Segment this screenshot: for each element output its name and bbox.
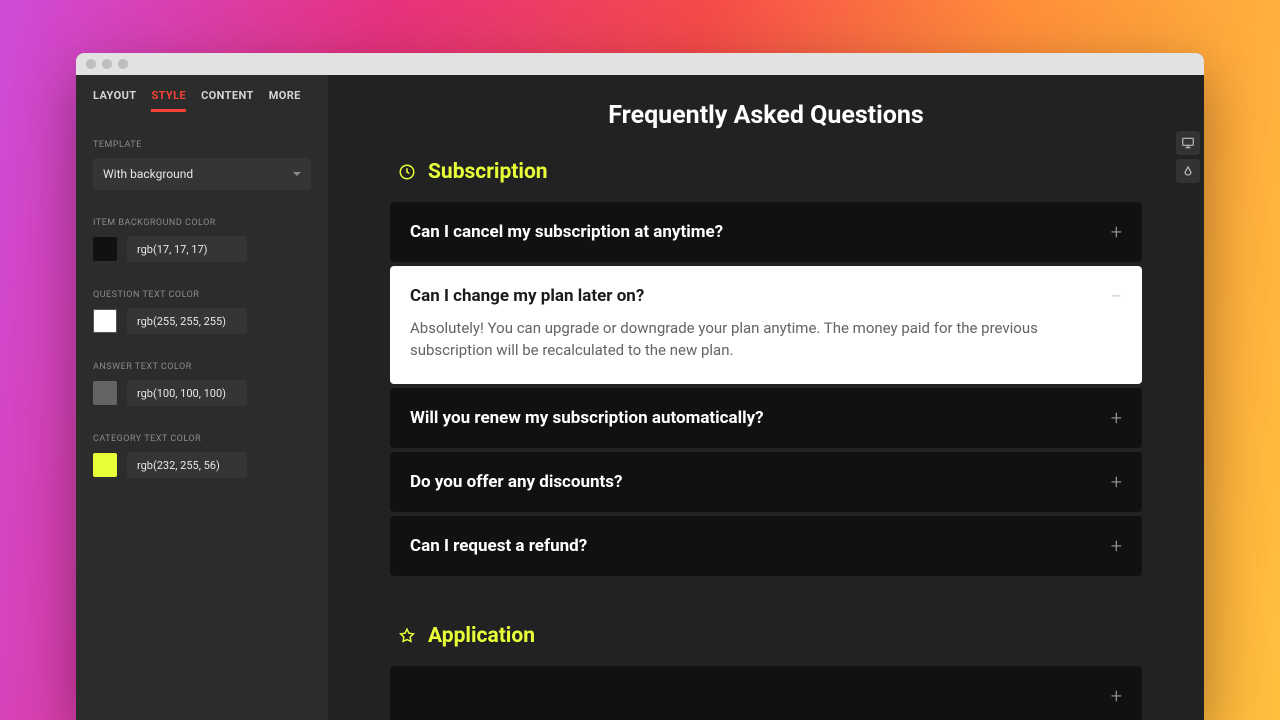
faq-list-subscription: Can I cancel my subscription at anytime?… — [390, 202, 1142, 576]
window-minimize-dot[interactable] — [102, 59, 112, 69]
faq-question: Will you renew my subscription automatic… — [410, 408, 764, 428]
clock-icon — [398, 163, 416, 181]
faq-answer: Absolutely! You can upgrade or downgrade… — [410, 318, 1050, 362]
paint-bucket-button[interactable] — [1176, 159, 1200, 183]
faq-item-open[interactable]: Can I change my plan later on? − Absolut… — [390, 266, 1142, 384]
category-subscription: Subscription — [398, 160, 1142, 184]
titlebar — [76, 53, 1204, 75]
answer-text-swatch[interactable] — [93, 381, 117, 405]
faq-item[interactable]: Do you offer any discounts? + — [390, 452, 1142, 512]
tab-more[interactable]: MORE — [269, 89, 301, 112]
faq-question: Can I request a refund? — [410, 536, 587, 556]
preview-pane: Frequently Asked Questions Subscription — [328, 75, 1204, 720]
faq-question: Do you offer any discounts? — [410, 472, 623, 492]
faq-item[interactable]: Can I request a refund? + — [390, 516, 1142, 576]
tab-style[interactable]: STYLE — [151, 89, 186, 112]
category-label: Subscription — [428, 160, 548, 184]
question-text-value[interactable]: rgb(255, 255, 255) — [127, 308, 247, 334]
chevron-down-icon — [293, 172, 301, 176]
faq-item[interactable]: Can I cancel my subscription at anytime?… — [390, 202, 1142, 262]
star-icon — [398, 627, 416, 645]
faq-list-application: + — [390, 666, 1142, 720]
app-window: LAYOUT STYLE CONTENT MORE TEMPLATE With … — [76, 53, 1204, 720]
window-zoom-dot[interactable] — [118, 59, 128, 69]
tab-content[interactable]: CONTENT — [201, 89, 254, 112]
preview-tools — [1176, 131, 1204, 183]
minus-icon: − — [1111, 286, 1122, 306]
plus-icon: + — [1111, 536, 1122, 556]
plus-icon: + — [1111, 472, 1122, 492]
window-close-dot[interactable] — [86, 59, 96, 69]
plus-icon: + — [1111, 408, 1122, 428]
desktop-preview-button[interactable] — [1176, 131, 1200, 155]
question-text-swatch[interactable] — [93, 309, 117, 333]
question-text-label: QUESTION TEXT COLOR — [93, 290, 311, 300]
sidebar: LAYOUT STYLE CONTENT MORE TEMPLATE With … — [76, 75, 328, 720]
plus-icon: + — [1111, 686, 1122, 706]
category-label: Application — [428, 624, 535, 648]
category-text-swatch[interactable] — [93, 453, 117, 477]
faq-item[interactable]: Will you renew my subscription automatic… — [390, 388, 1142, 448]
faq-question: Can I change my plan later on? — [410, 286, 644, 306]
faq-item[interactable]: + — [390, 666, 1142, 720]
category-text-label: CATEGORY TEXT COLOR — [93, 434, 311, 444]
tab-layout[interactable]: LAYOUT — [93, 89, 136, 112]
template-label: TEMPLATE — [93, 140, 311, 150]
item-bg-value[interactable]: rgb(17, 17, 17) — [127, 236, 247, 262]
template-select-value: With background — [103, 167, 193, 181]
item-bg-label: ITEM BACKGROUND COLOR — [93, 218, 311, 228]
plus-icon: + — [1111, 222, 1122, 242]
faq-question: Can I cancel my subscription at anytime? — [410, 222, 723, 242]
item-bg-swatch[interactable] — [93, 237, 117, 261]
faq-question — [410, 686, 414, 706]
category-text-value[interactable]: rgb(232, 255, 56) — [127, 452, 247, 478]
sidebar-tabs: LAYOUT STYLE CONTENT MORE — [93, 89, 311, 112]
answer-text-value[interactable]: rgb(100, 100, 100) — [127, 380, 247, 406]
answer-text-label: ANSWER TEXT COLOR — [93, 362, 311, 372]
template-select[interactable]: With background — [93, 158, 311, 190]
page-title: Frequently Asked Questions — [390, 101, 1142, 130]
category-application: Application — [398, 624, 1142, 648]
